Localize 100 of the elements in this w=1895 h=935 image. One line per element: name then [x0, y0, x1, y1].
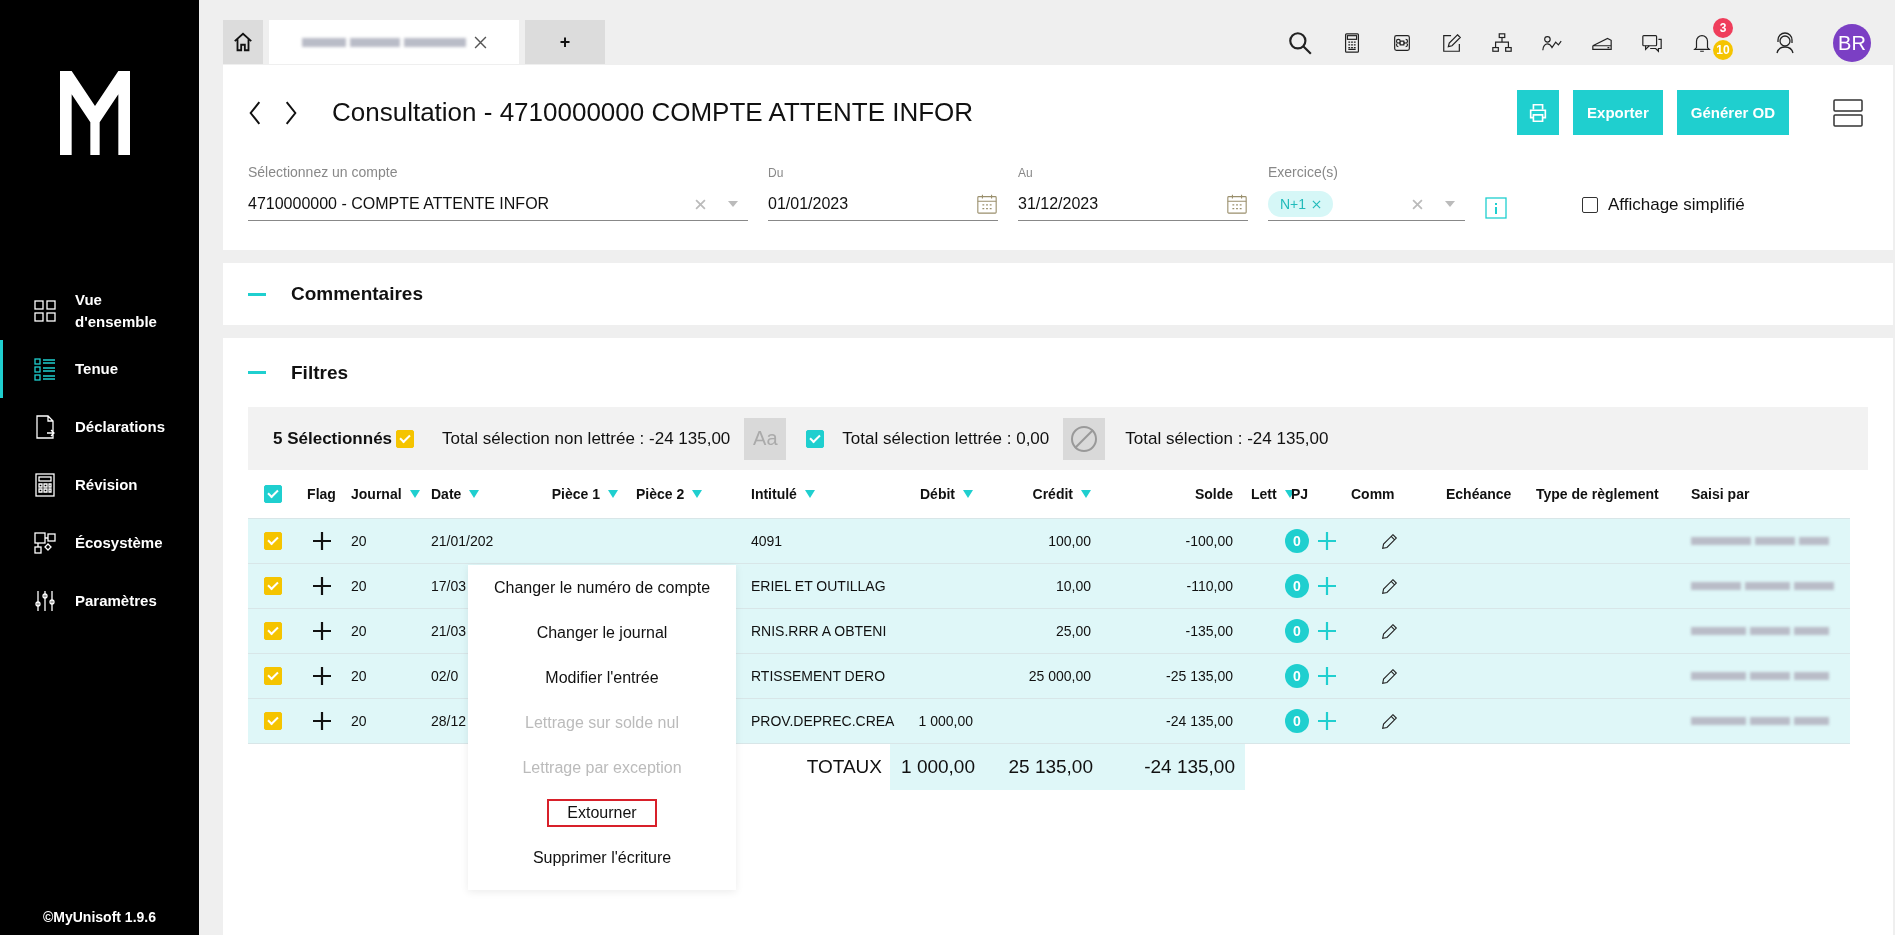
close-icon[interactable]: [473, 35, 487, 49]
simplified-checkbox[interactable]: [1582, 197, 1598, 213]
calendar-icon[interactable]: [1226, 193, 1248, 215]
row-checkbox[interactable]: [264, 577, 282, 595]
add-attachment-icon[interactable]: [1317, 621, 1337, 641]
print-button[interactable]: [1517, 90, 1560, 135]
column-header[interactable]: Pièce 2: [636, 486, 703, 502]
table-cell: 4091: [751, 533, 783, 549]
row-checkbox[interactable]: [264, 532, 282, 550]
column-header[interactable]: Intitulé: [751, 486, 815, 502]
exercise-select[interactable]: Exercice(s) N+1: [1268, 164, 1465, 221]
selection-checkbox[interactable]: [396, 429, 415, 448]
table-row[interactable]: 20 21/01/202 4091 100,00 -100,00 0: [248, 518, 1850, 563]
add-attachment-icon[interactable]: [1317, 531, 1337, 551]
section-title[interactable]: Filtres: [291, 361, 349, 384]
prohibited-icon: [1069, 423, 1100, 454]
home-tab[interactable]: [223, 20, 263, 64]
remove-icon[interactable]: [1312, 199, 1322, 209]
menu-item[interactable]: Changer le numéro de compte: [473, 573, 731, 602]
home-icon: [232, 31, 254, 53]
pencil-icon[interactable]: [1381, 622, 1398, 640]
row-checkbox[interactable]: [264, 622, 282, 640]
new-tab[interactable]: +: [525, 20, 605, 64]
pencil-icon[interactable]: [1381, 532, 1398, 550]
total-credit: 25 135,00: [985, 744, 1103, 790]
selection-count: 5 Sélectionnés: [273, 428, 393, 449]
menu-item[interactable]: Modifier l'entrée: [525, 663, 679, 692]
table-cell: 28/12: [431, 713, 467, 729]
edit-icon[interactable]: [1441, 32, 1463, 54]
pencil-icon[interactable]: [1381, 667, 1398, 685]
add-flag-icon[interactable]: [311, 621, 332, 641]
back-icon[interactable]: [248, 99, 262, 126]
section-title[interactable]: Commentaires: [291, 283, 423, 305]
account-select[interactable]: Sélectionnez un compte 4710000000 - COMPTE ATTENTE INFOR: [248, 164, 748, 221]
checkbox-label: Affichage simplifié: [1608, 195, 1745, 215]
command-key-icon[interactable]: [1391, 32, 1413, 54]
table-cell: 100,00: [1048, 533, 1091, 549]
page-title: Consultation - 4710000000 COMPTE ATTENTE INFOR: [332, 97, 974, 128]
table-cell: -135,00: [1185, 623, 1233, 639]
table-cell: 20: [351, 668, 367, 684]
table-cell: 17/03: [431, 578, 467, 594]
menu-item[interactable]: Extourner: [547, 798, 657, 827]
column-header[interactable]: PJ: [1291, 486, 1309, 502]
nav-item[interactable]: Vue d'ensemble: [0, 282, 199, 340]
dropdown-icon[interactable]: [1445, 201, 1455, 207]
add-flag-icon[interactable]: [311, 666, 332, 686]
dropdown-icon[interactable]: [728, 201, 738, 207]
column-header[interactable]: Débit: [920, 486, 973, 502]
add-attachment-icon[interactable]: [1317, 711, 1337, 731]
bell-icon[interactable]: [1691, 32, 1713, 54]
date-field[interactable]: Du 01/01/2023: [768, 166, 998, 221]
version-text: ©MyUnisoft 1.9.6: [42, 909, 157, 925]
layout-icon[interactable]: [1833, 98, 1863, 127]
info-icon[interactable]: [1485, 197, 1507, 219]
add-flag-icon[interactable]: [311, 531, 332, 551]
column-header[interactable]: Solde: [1194, 486, 1233, 502]
lettered-checkbox[interactable]: [806, 429, 825, 448]
network-icon[interactable]: [1491, 32, 1513, 54]
selection-total: Total sélection : -24 135,00: [1125, 428, 1329, 449]
forward-icon[interactable]: [284, 99, 298, 126]
table-cell: 25,00: [1055, 623, 1091, 639]
pencil-icon[interactable]: [1381, 712, 1398, 730]
nav-item[interactable]: Paramètres: [0, 572, 199, 630]
column-header[interactable]: Journal: [351, 486, 420, 502]
calendar-icon[interactable]: [976, 193, 998, 215]
add-attachment-icon[interactable]: [1317, 666, 1337, 686]
add-flag-icon[interactable]: [311, 576, 332, 596]
add-attachment-icon[interactable]: [1317, 576, 1337, 596]
table-cell: 1 000,00: [918, 713, 973, 729]
column-header[interactable]: Echéance: [1446, 486, 1512, 502]
unletter-button[interactable]: [1063, 417, 1106, 460]
nav-item[interactable]: Déclarations: [0, 398, 199, 456]
notification-badge: 10: [1713, 40, 1733, 60]
column-header[interactable]: Crédit: [1032, 486, 1091, 502]
add-flag-icon[interactable]: [311, 711, 332, 731]
lettered-total: Total sélection lettrée : 0,00: [842, 428, 1050, 449]
table-cell: 20: [351, 578, 367, 594]
nav-item[interactable]: Révision: [0, 456, 199, 514]
date-field[interactable]: Au 31/12/2023: [1018, 166, 1248, 221]
table-cell: RTISSEMENT DERO: [751, 668, 886, 684]
nav-item[interactable]: Écosystème: [0, 514, 199, 572]
clear-icon[interactable]: [1412, 198, 1423, 210]
column-header[interactable]: Flag: [307, 486, 336, 502]
chat-icon[interactable]: [1641, 32, 1663, 54]
select-all-checkbox[interactable]: [264, 485, 282, 503]
column-header[interactable]: Type de règlement: [1536, 486, 1659, 502]
menu-item[interactable]: Changer le journal: [516, 618, 688, 647]
row-checkbox[interactable]: [264, 667, 282, 685]
logo-icon: [59, 70, 130, 156]
column-header[interactable]: Comm: [1351, 486, 1395, 502]
clear-icon[interactable]: [695, 198, 706, 210]
nav-item[interactable]: Tenue: [0, 340, 199, 398]
column-header[interactable]: Pièce 1: [551, 486, 618, 502]
menu-item[interactable]: Supprimer l'écriture: [512, 843, 692, 872]
row-checkbox[interactable]: [264, 712, 282, 730]
user-avatar[interactable]: BR: [1833, 24, 1871, 62]
search-icon[interactable]: [1287, 30, 1313, 56]
column-header[interactable]: Date: [431, 486, 480, 502]
pencil-icon[interactable]: [1381, 577, 1398, 595]
column-header[interactable]: Saisi par: [1691, 486, 1750, 502]
